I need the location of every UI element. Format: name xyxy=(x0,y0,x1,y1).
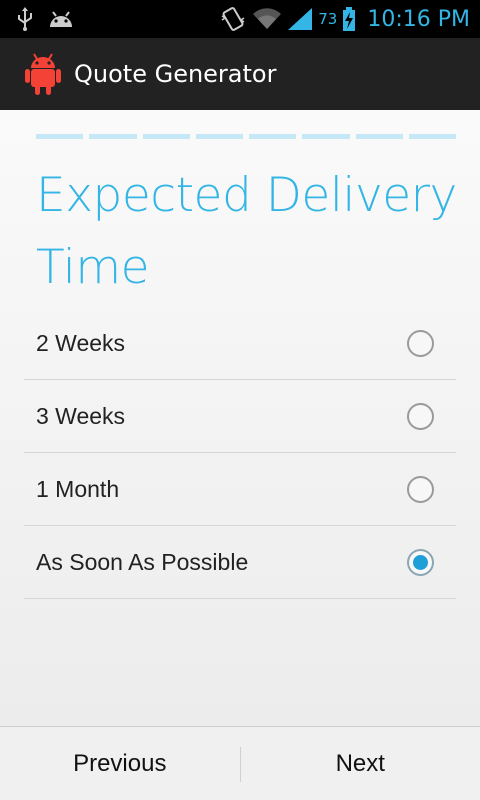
radio-button[interactable] xyxy=(407,329,434,357)
progress-step xyxy=(302,134,350,139)
signal-icon xyxy=(288,8,313,30)
usb-icon xyxy=(18,7,32,31)
vibrate-icon xyxy=(221,7,245,31)
option-2-weeks[interactable]: 2 Weeks xyxy=(24,307,456,380)
progress-step xyxy=(142,134,190,139)
progress-step xyxy=(36,134,84,139)
option-asap[interactable]: As Soon As Possible xyxy=(24,526,456,599)
status-bar: 73 10:16 PM xyxy=(0,0,480,38)
previous-button[interactable]: Previous xyxy=(0,727,240,800)
android-debug-icon xyxy=(50,11,72,27)
battery-charging-icon xyxy=(343,7,356,31)
progress-step xyxy=(249,134,297,139)
action-bar: Quote Generator xyxy=(0,38,480,110)
option-3-weeks[interactable]: 3 Weeks xyxy=(24,380,456,453)
battery-level: 73 xyxy=(318,10,338,28)
page-title: Expected Delivery Time xyxy=(36,168,457,295)
delivery-time-options: 2 Weeks 3 Weeks 1 Month As Soon As Possi… xyxy=(24,307,456,599)
app-title: Quote Generator xyxy=(74,60,277,88)
wizard-page: Expected Delivery Time 2 Weeks 3 Weeks 1… xyxy=(0,110,480,726)
navigation-bar: Previous Next xyxy=(0,726,480,800)
status-time: 10:16 PM xyxy=(367,6,470,32)
next-button[interactable]: Next xyxy=(241,727,480,800)
progress-step xyxy=(195,134,243,139)
option-label: 3 Weeks xyxy=(36,402,126,429)
radio-button[interactable] xyxy=(407,402,434,430)
step-progress-bar xyxy=(36,134,456,139)
option-1-month[interactable]: 1 Month xyxy=(24,453,456,526)
radio-button[interactable] xyxy=(407,548,434,576)
progress-step xyxy=(408,134,456,139)
option-label: As Soon As Possible xyxy=(36,548,249,575)
progress-step xyxy=(355,134,403,139)
option-label: 2 Weeks xyxy=(36,329,126,356)
option-label: 1 Month xyxy=(36,475,120,502)
wifi-icon xyxy=(253,8,282,29)
progress-step xyxy=(89,134,137,139)
radio-button[interactable] xyxy=(407,475,434,503)
android-robot-icon[interactable] xyxy=(24,53,62,95)
